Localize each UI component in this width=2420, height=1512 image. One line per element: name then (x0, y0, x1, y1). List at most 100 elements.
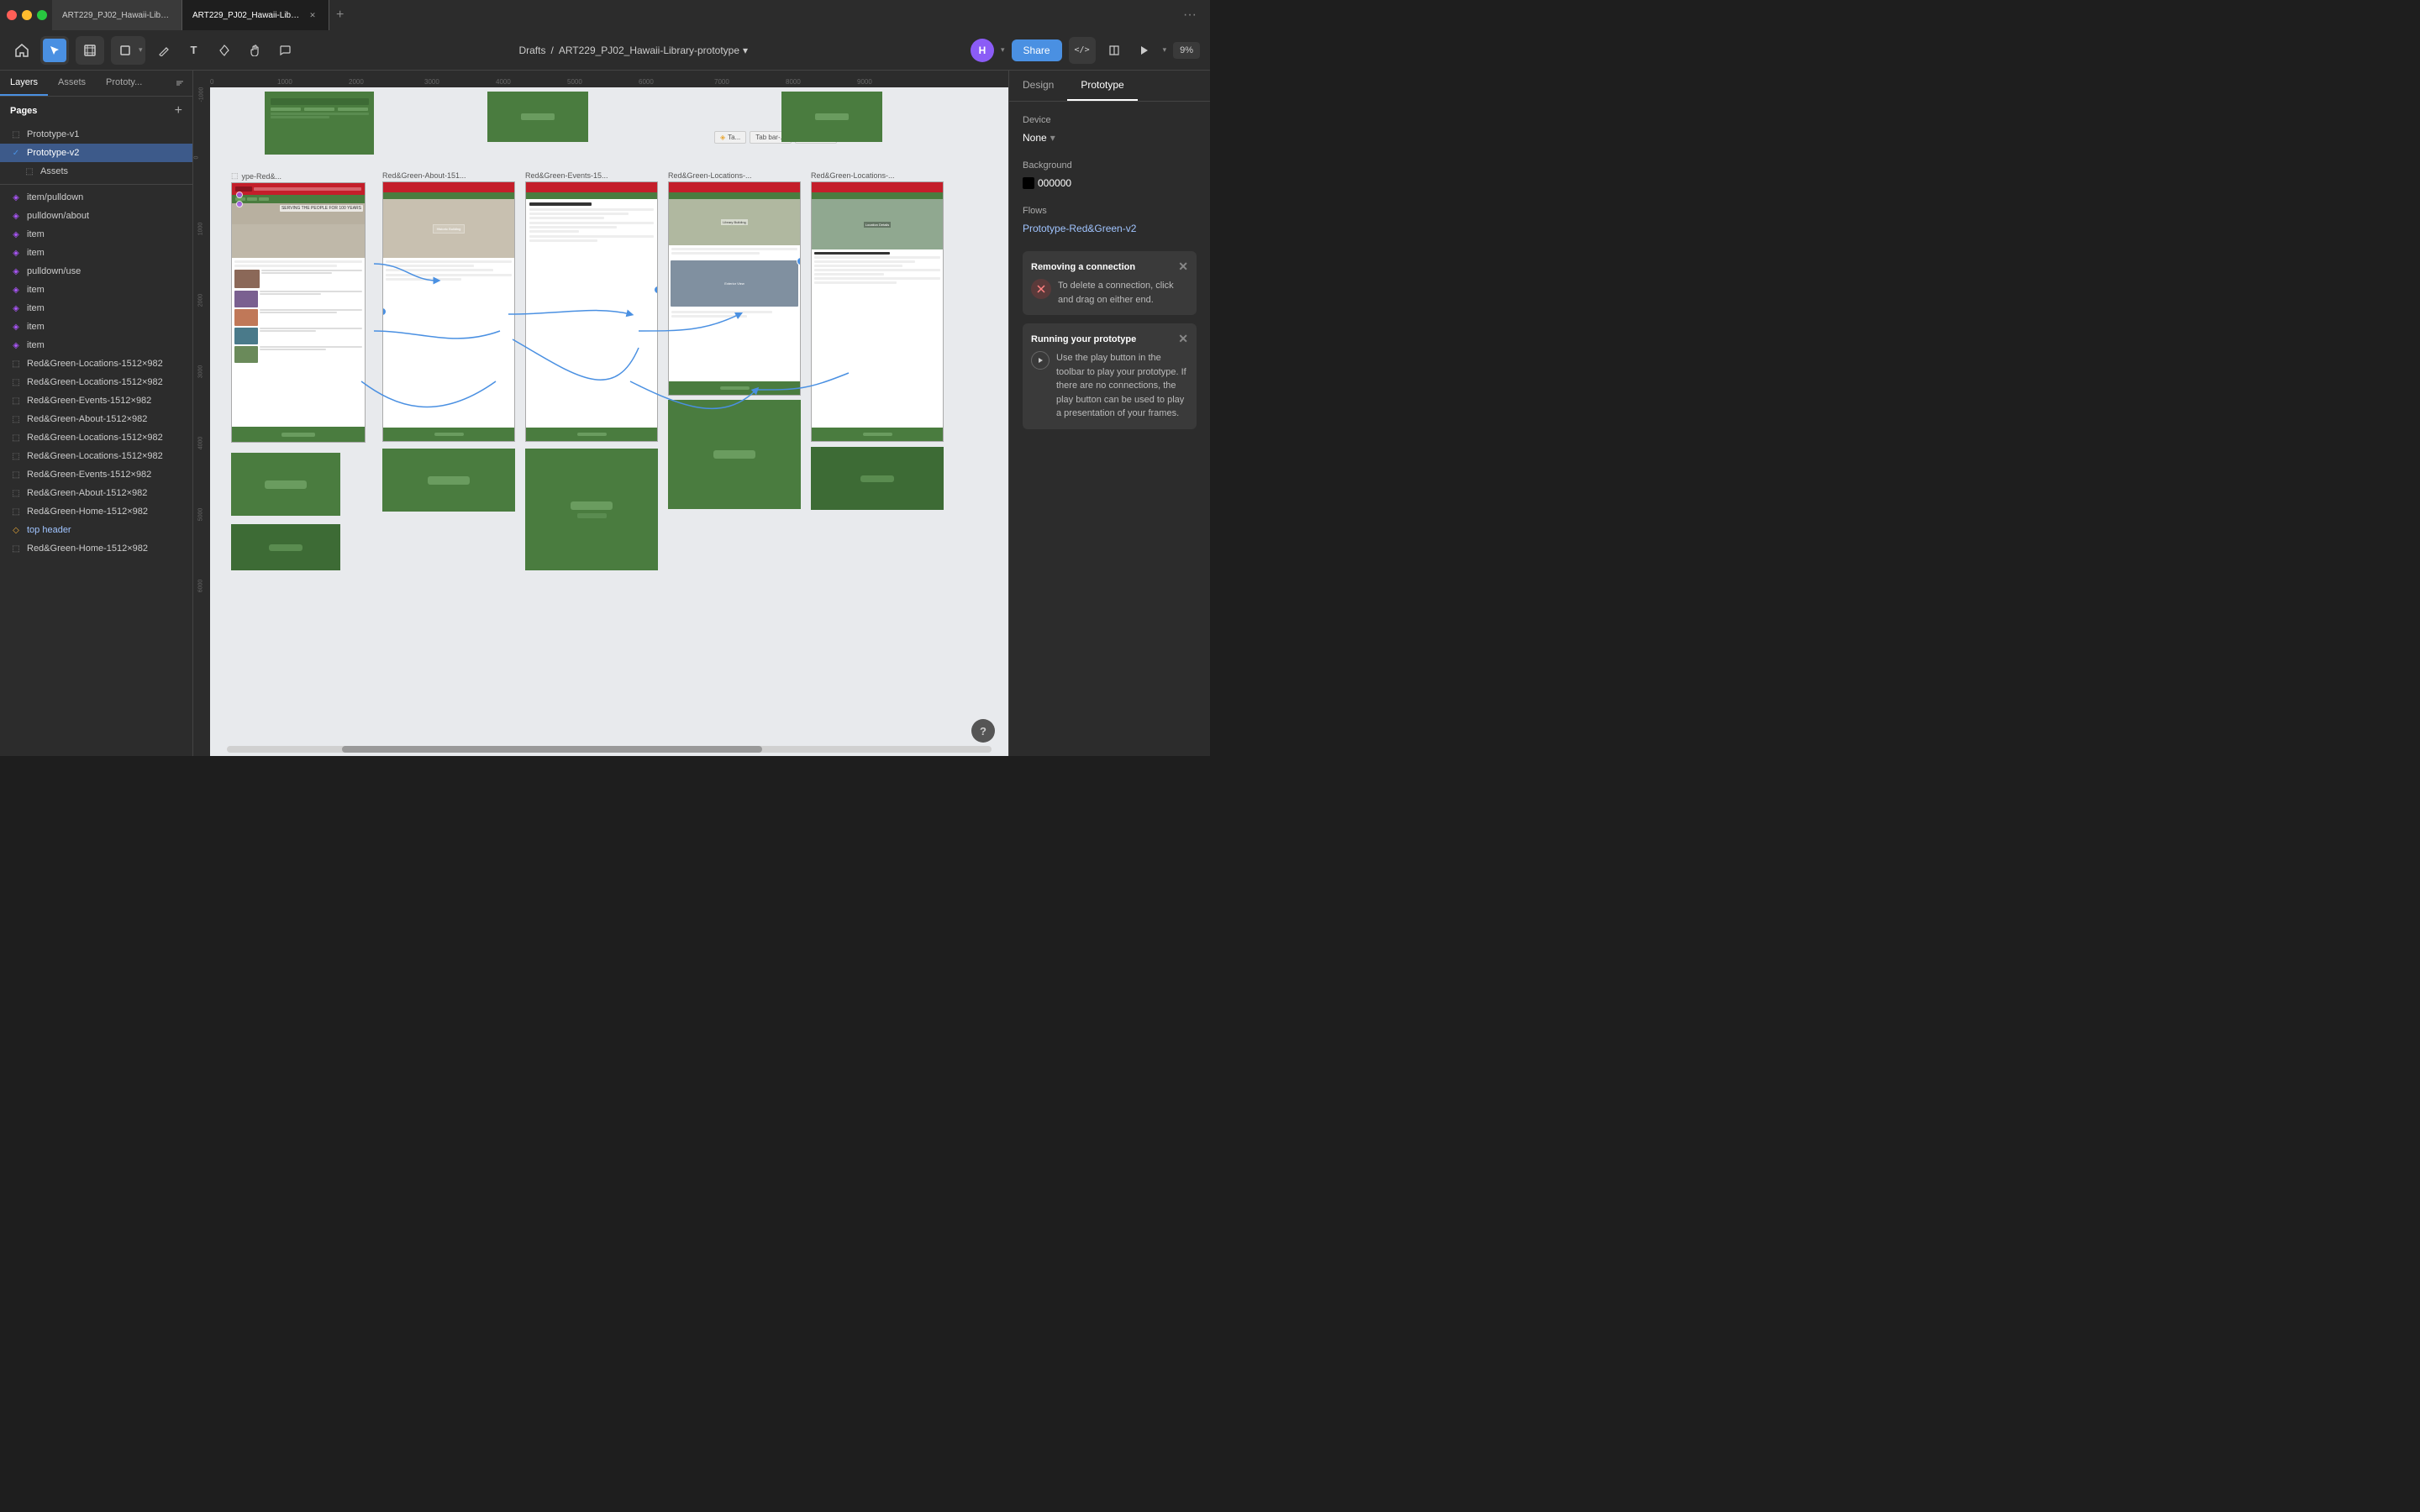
layer-item-3[interactable]: ◈ item (0, 281, 192, 299)
background-color-swatch[interactable] (1023, 177, 1034, 189)
tab-2-close[interactable]: ✕ (307, 9, 318, 21)
maximize-dot[interactable] (37, 10, 47, 20)
running-prototype-close[interactable]: ✕ (1178, 332, 1188, 346)
layer-label-19: top header (27, 525, 182, 535)
page-assets[interactable]: ⬚ Assets (13, 162, 192, 181)
text-tool[interactable]: T (182, 39, 206, 62)
frame-events-box[interactable] (525, 181, 658, 442)
tab-design[interactable]: Design (1009, 71, 1067, 101)
present-chevron[interactable]: ▾ (1163, 45, 1167, 55)
browser-bar: ART229_PJ02_Hawaii-Library-deck-... ART2… (0, 0, 1210, 30)
breadcrumb-current[interactable]: ART229_PJ02_Hawaii-Library-prototype ▾ (559, 45, 748, 56)
frame-green-footer-2[interactable] (231, 524, 340, 570)
browser-tab-1[interactable]: ART229_PJ02_Hawaii-Library-deck-... (52, 0, 182, 30)
frame-loc-secondary-1[interactable] (668, 400, 801, 509)
tab-bar-component-1[interactable]: ◈ Ta... (714, 131, 746, 144)
layer-loc-1[interactable]: ⬚ Red&Green-Locations-1512×982 (0, 354, 192, 373)
user-avatar[interactable]: H (971, 39, 994, 62)
canvas-area[interactable]: 0 1000 2000 3000 4000 5000 6000 7000 800… (193, 71, 1008, 756)
home-button[interactable] (10, 39, 34, 62)
avatar-chevron[interactable]: ▾ (1001, 45, 1005, 55)
layer-pulldown-use[interactable]: ◈ pulldown/use (0, 262, 192, 281)
ruler-vmark-4: 4000 (197, 437, 203, 450)
pen-tool[interactable] (152, 39, 176, 62)
flows-value[interactable]: Prototype-Red&Green-v2 (1023, 223, 1197, 234)
frame-green-top[interactable] (265, 92, 374, 155)
frame-events[interactable]: Red&Green-Events-15... (525, 171, 658, 442)
minimize-dot[interactable] (22, 10, 32, 20)
hand-tool[interactable] (243, 39, 266, 62)
browser-tab-2[interactable]: ART229_PJ02_Hawaii-Library-pro... ✕ (182, 0, 329, 30)
frame-green-footer-1[interactable] (231, 453, 340, 516)
page-prototype-v1[interactable]: ⬚ Prototype-v1 (0, 125, 192, 144)
layer-home-2[interactable]: ⬚ Red&Green-Home-1512×982 (0, 539, 192, 558)
tab-assets[interactable]: Assets (48, 71, 96, 96)
share-button[interactable]: Share (1012, 39, 1062, 61)
book-button[interactable] (1102, 39, 1126, 62)
select-tool[interactable] (43, 39, 66, 62)
add-page-button[interactable]: + (175, 103, 182, 118)
layer-item-5[interactable]: ◈ item (0, 318, 192, 336)
layer-item-4[interactable]: ◈ item (0, 299, 192, 318)
layer-pulldown-about[interactable]: ◈ pulldown/about (0, 207, 192, 225)
layer-about-2[interactable]: ⬚ Red&Green-About-1512×982 (0, 484, 192, 502)
code-button[interactable]: </> (1069, 37, 1096, 64)
zoom-level[interactable]: 9% (1173, 42, 1200, 59)
shape-tool[interactable] (113, 39, 137, 62)
breadcrumb-drafts[interactable]: Drafts (518, 45, 545, 56)
layer-item-6[interactable]: ◈ item (0, 336, 192, 354)
close-dot[interactable] (7, 10, 17, 20)
canvas-viewport[interactable]: ◈ Ta... Tab bar-... Tab bar-... (210, 87, 1008, 756)
browser-more-button[interactable]: ··· (1176, 8, 1203, 23)
tab-2-label: ART229_PJ02_Hawaii-Library-pro... (192, 11, 302, 20)
frame-about-box[interactable]: Historic Building (382, 181, 515, 442)
add-tab-button[interactable]: + (329, 0, 350, 30)
breadcrumb: Drafts / ART229_PJ02_Hawaii-Library-prot… (518, 45, 748, 56)
layer-loc-4[interactable]: ⬚ Red&Green-Locations-1512×982 (0, 447, 192, 465)
layer-item-pulldown[interactable]: ◈ item/pulldown (0, 188, 192, 207)
device-dropdown[interactable]: None ▾ (1023, 132, 1197, 144)
frame-about[interactable]: Red&Green-About-151... Historic Building (382, 171, 515, 442)
layer-loc-3[interactable]: ⬚ Red&Green-Locations-1512×982 (0, 428, 192, 447)
layer-loc-2[interactable]: ⬚ Red&Green-Locations-1512×982 (0, 373, 192, 391)
tab-prototype[interactable]: Prototype (1067, 71, 1137, 101)
frame-about-footer[interactable] (382, 449, 515, 512)
frame-green-top-center[interactable] (487, 92, 588, 142)
removing-connection-close[interactable]: ✕ (1178, 260, 1188, 274)
layer-item-2[interactable]: ◈ item (0, 244, 192, 262)
layer-home-1[interactable]: ⬚ Red&Green-Home-1512×982 (0, 502, 192, 521)
horizontal-scrollbar[interactable] (227, 746, 992, 753)
component-icon-9: ◈ (10, 339, 22, 351)
present-button[interactable] (1133, 39, 1156, 62)
frame-loc2-box[interactable]: Location Details (811, 181, 944, 442)
layer-label-4: item (27, 248, 182, 258)
page-assets-label: Assets (40, 166, 182, 176)
layer-events-1[interactable]: ⬚ Red&Green-Events-1512×982 (0, 391, 192, 410)
panel-collapse-icon[interactable] (174, 77, 186, 89)
layer-label-20: Red&Green-Home-1512×982 (27, 543, 182, 554)
frame-prototype-red-green[interactable]: ⬚ ype-Red&... (231, 171, 366, 443)
background-value[interactable]: 000000 (1023, 177, 1197, 189)
layer-item-1[interactable]: ◈ item (0, 225, 192, 244)
layer-events-2[interactable]: ⬚ Red&Green-Events-1512×982 (0, 465, 192, 484)
layer-top-header[interactable]: ◇ top header (0, 521, 192, 539)
frame-events-secondary[interactable] (525, 449, 658, 570)
page-prototype-v2[interactable]: ✓ Prototype-v2 (0, 144, 192, 162)
layer-list: ◈ item/pulldown ◈ pulldown/about ◈ item … (0, 188, 192, 756)
component-tool[interactable] (213, 39, 236, 62)
frame-tool[interactable] (78, 39, 102, 62)
background-hex: 000000 (1038, 177, 1071, 189)
tool-group-frame (76, 36, 104, 65)
frame-loc-secondary-2[interactable] (811, 447, 944, 510)
frame-locations-2[interactable]: Red&Green-Locations-... Location Details (811, 171, 944, 442)
layer-about-1[interactable]: ⬚ Red&Green-About-1512×982 (0, 410, 192, 428)
frame-locations-1[interactable]: Red&Green-Locations-... Library Building (668, 171, 801, 396)
tab-prototype[interactable]: Prototy... (96, 71, 152, 96)
frame-green-top-right[interactable] (781, 92, 882, 142)
frame-proto-box[interactable]: SERVING THE PEOPLE FOR 100 YEARS (231, 182, 366, 443)
frame-loc1-box[interactable]: Library Building Exterior View (668, 181, 801, 396)
right-panel: Design Prototype Device None ▾ Backgroun… (1008, 71, 1210, 756)
comment-tool[interactable] (273, 39, 297, 62)
tab-layers[interactable]: Layers (0, 71, 48, 96)
help-button[interactable]: ? (971, 719, 995, 743)
